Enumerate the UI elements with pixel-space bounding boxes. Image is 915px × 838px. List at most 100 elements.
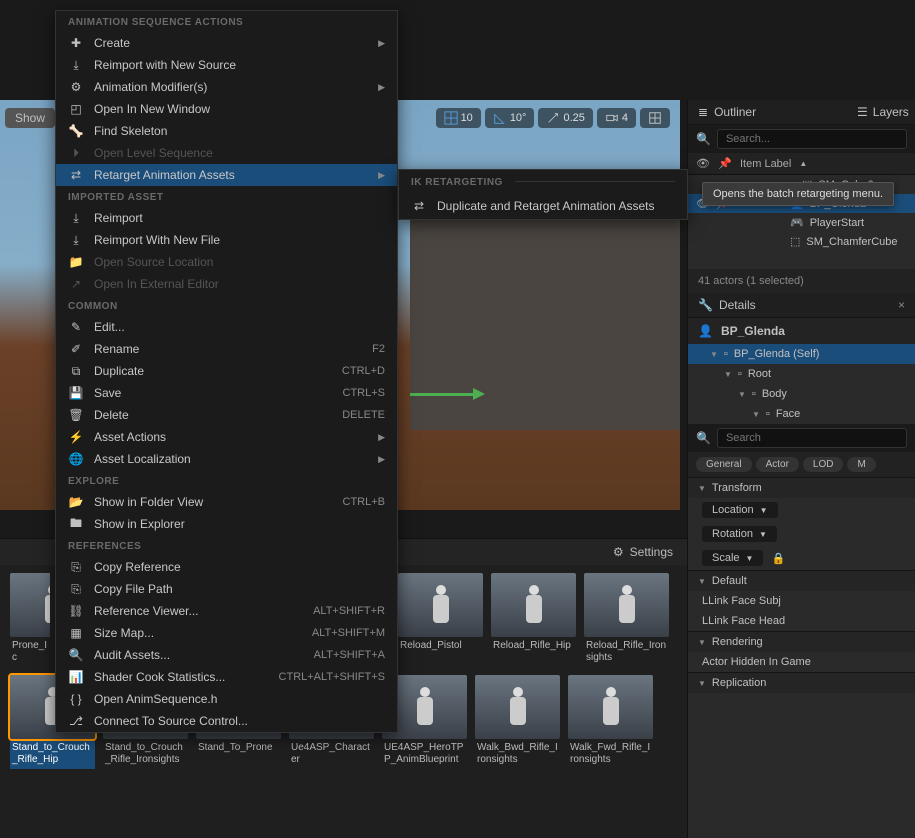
menu-audit-assets[interactable]: 🔍 Audit Assets... ALT+SHIFT+A <box>56 644 397 666</box>
menu-save[interactable]: 💾 Save CTRL+S <box>56 382 397 404</box>
menu-rename[interactable]: ✐ Rename F2 <box>56 338 397 360</box>
filter-button[interactable]: General <box>696 457 752 472</box>
menu-shader-cook-stats[interactable]: 📊 Shader Cook Statistics... CTRL+ALT+SHI… <box>56 666 397 688</box>
copy-path-icon: ⎘ <box>68 581 84 597</box>
menu-reimport-with-file[interactable]: ⤓ Reimport With New File <box>56 229 397 251</box>
chevron-right-icon: ▶ <box>378 170 385 181</box>
close-icon[interactable]: × <box>898 298 905 312</box>
asset-thumbnail <box>584 573 669 637</box>
chevron-right-icon: ▶ <box>378 432 385 443</box>
show-dropdown[interactable]: Show <box>5 108 55 128</box>
menu-reimport[interactable]: ⤓ Reimport <box>56 207 397 229</box>
outliner-title: Outliner <box>714 105 756 119</box>
outliner-header[interactable]: 👁 📌 Item Label ▲ <box>688 153 915 175</box>
chevron-down-icon[interactable]: ▼ <box>759 530 767 539</box>
actor-hidden-row[interactable]: Actor Hidden In Game <box>688 652 915 672</box>
menu-animation-modifiers[interactable]: ⚙ Animation Modifier(s) ▶ <box>56 76 397 98</box>
chevron-down-icon[interactable]: ▼ <box>698 638 706 647</box>
outliner-item[interactable]: ⬚SM_ChamferCube <box>688 232 915 251</box>
menu-open-level-sequence: ⏵ Open Level Sequence <box>56 142 397 164</box>
menu-open-new-window[interactable]: ◰ Open In New Window <box>56 98 397 120</box>
angle-snap-value: 10° <box>510 112 527 124</box>
menu-edit[interactable]: ✎ Edit... <box>56 316 397 338</box>
menu-open-animsequence[interactable]: { } Open AnimSequence.h <box>56 688 397 710</box>
rendering-section-header[interactable]: ▼ Rendering <box>688 632 915 652</box>
chevron-down-icon[interactable]: ▼ <box>752 410 760 419</box>
filter-button[interactable]: Actor <box>756 457 799 472</box>
default-section-header[interactable]: ▼ Default <box>688 571 915 591</box>
retarget-icon: ⇄ <box>68 167 84 183</box>
transform-gizmo[interactable] <box>410 375 490 415</box>
menu-copy-reference[interactable]: ⎘ Copy Reference <box>56 556 397 578</box>
outliner-search-input[interactable] <box>717 129 907 149</box>
menu-copy-file-path[interactable]: ⎘ Copy File Path <box>56 578 397 600</box>
grid-snap[interactable]: 10 <box>436 108 481 128</box>
scale-row[interactable]: Scale▼ 🔒 <box>688 546 915 570</box>
viewport-layout[interactable] <box>640 108 670 128</box>
chevron-right-icon: ▶ <box>378 38 385 49</box>
menu-delete[interactable]: 🗑 Delete DELETE <box>56 404 397 426</box>
asset-card[interactable]: Walk_Bwd_Rifle_Ironsights <box>475 675 560 769</box>
transform-section-header[interactable]: ▼ Transform <box>688 478 915 498</box>
outliner-item[interactable]: 🎮PlayerStart <box>688 213 915 232</box>
menu-reference-viewer[interactable]: ⛓ Reference Viewer... ALT+SHIFT+R <box>56 600 397 622</box>
menu-duplicate-retarget[interactable]: ⇄ Duplicate and Retarget Animation Asset… <box>399 193 687 219</box>
chevron-down-icon[interactable]: ▼ <box>698 484 706 493</box>
menu-show-explorer[interactable]: 🖿 Show in Explorer <box>56 513 397 535</box>
menu-asset-actions[interactable]: ⚡ Asset Actions ▶ <box>56 426 397 448</box>
scale-snap[interactable]: 0.25 <box>538 108 592 128</box>
filter-button[interactable]: M <box>847 457 875 472</box>
angle-snap[interactable]: 10° <box>485 108 535 128</box>
asset-card[interactable]: Walk_Fwd_Rifle_Ironsights <box>568 675 653 769</box>
layout-icon <box>648 111 662 125</box>
external-icon: ↗ <box>68 276 84 292</box>
actor-name: BP_Glenda <box>721 324 785 338</box>
menu-reimport-new-source[interactable]: ⤓ Reimport with New Source <box>56 54 397 76</box>
filter-button[interactable]: LOD <box>803 457 844 472</box>
menu-duplicate[interactable]: ⧉ Duplicate CTRL+D <box>56 360 397 382</box>
angle-icon <box>493 111 507 125</box>
submenu-header: IK RETARGETING <box>399 170 515 193</box>
lock-icon[interactable]: 🔒 <box>771 552 785 565</box>
component-row[interactable]: ▼▫BP_Glenda (Self) <box>688 344 915 364</box>
menu-connect-source-control[interactable]: ⎇ Connect To Source Control... <box>56 710 397 732</box>
layers-tab[interactable]: ☰ Layers <box>847 100 915 124</box>
component-row[interactable]: ▼▫Face <box>688 404 915 424</box>
llink-face-head-row[interactable]: LLink Face Head <box>688 611 915 631</box>
section-references: REFERENCES <box>56 535 397 556</box>
location-row[interactable]: Location▼ <box>688 498 915 522</box>
chevron-down-icon[interactable]: ▼ <box>698 577 706 586</box>
chevron-down-icon[interactable]: ▼ <box>760 506 768 515</box>
asset-card[interactable]: Reload_Rifle_Hip <box>491 573 576 667</box>
asset-card[interactable]: Prone_Ic <box>10 573 50 667</box>
chevron-down-icon[interactable]: ▼ <box>738 390 746 399</box>
menu-show-folder-view[interactable]: 📂 Show in Folder View CTRL+B <box>56 491 397 513</box>
chevron-down-icon[interactable]: ▼ <box>710 350 718 359</box>
menu-size-map[interactable]: ▦ Size Map... ALT+SHIFT+M <box>56 622 397 644</box>
modifier-icon: ⚙ <box>68 79 84 95</box>
replication-section-header[interactable]: ▼ Replication <box>688 673 915 693</box>
llink-face-subj-row[interactable]: LLink Face Subj <box>688 591 915 611</box>
settings-button[interactable]: ⚙ Settings <box>613 545 673 559</box>
component-row[interactable]: ▼▫Body <box>688 384 915 404</box>
chevron-down-icon[interactable]: ▼ <box>746 554 754 563</box>
component-label: BP_Glenda (Self) <box>734 348 820 360</box>
menu-create[interactable]: ✚ Create ▶ <box>56 32 397 54</box>
pin-column-icon[interactable]: 📌 <box>718 157 732 170</box>
camera-speed[interactable]: 4 <box>597 108 636 128</box>
chevron-down-icon[interactable]: ▼ <box>698 679 706 688</box>
item-label-column[interactable]: Item Label <box>740 158 791 170</box>
component-tree[interactable]: ▼▫BP_Glenda (Self)▼▫Root▼▫Body▼▫Face <box>688 344 915 424</box>
chevron-down-icon[interactable]: ▼ <box>724 370 732 379</box>
visibility-column-icon[interactable]: 👁 <box>696 157 710 170</box>
details-tab[interactable]: 🔧 Details × <box>688 293 915 318</box>
asset-card[interactable]: Reload_Rifle_Ironsights <box>584 573 669 667</box>
menu-asset-localization[interactable]: 🌐 Asset Localization ▶ <box>56 448 397 470</box>
rotation-row[interactable]: Rotation▼ <box>688 522 915 546</box>
details-search-input[interactable] <box>717 428 907 448</box>
asset-card[interactable]: Reload_Pistol <box>398 573 483 667</box>
menu-retarget-animation[interactable]: ⇄ Retarget Animation Assets ▶ <box>56 164 397 186</box>
menu-find-skeleton[interactable]: 🦴 Find Skeleton <box>56 120 397 142</box>
component-row[interactable]: ▼▫Root <box>688 364 915 384</box>
asset-label: Walk_Bwd_Rifle_Ironsights <box>475 739 560 769</box>
